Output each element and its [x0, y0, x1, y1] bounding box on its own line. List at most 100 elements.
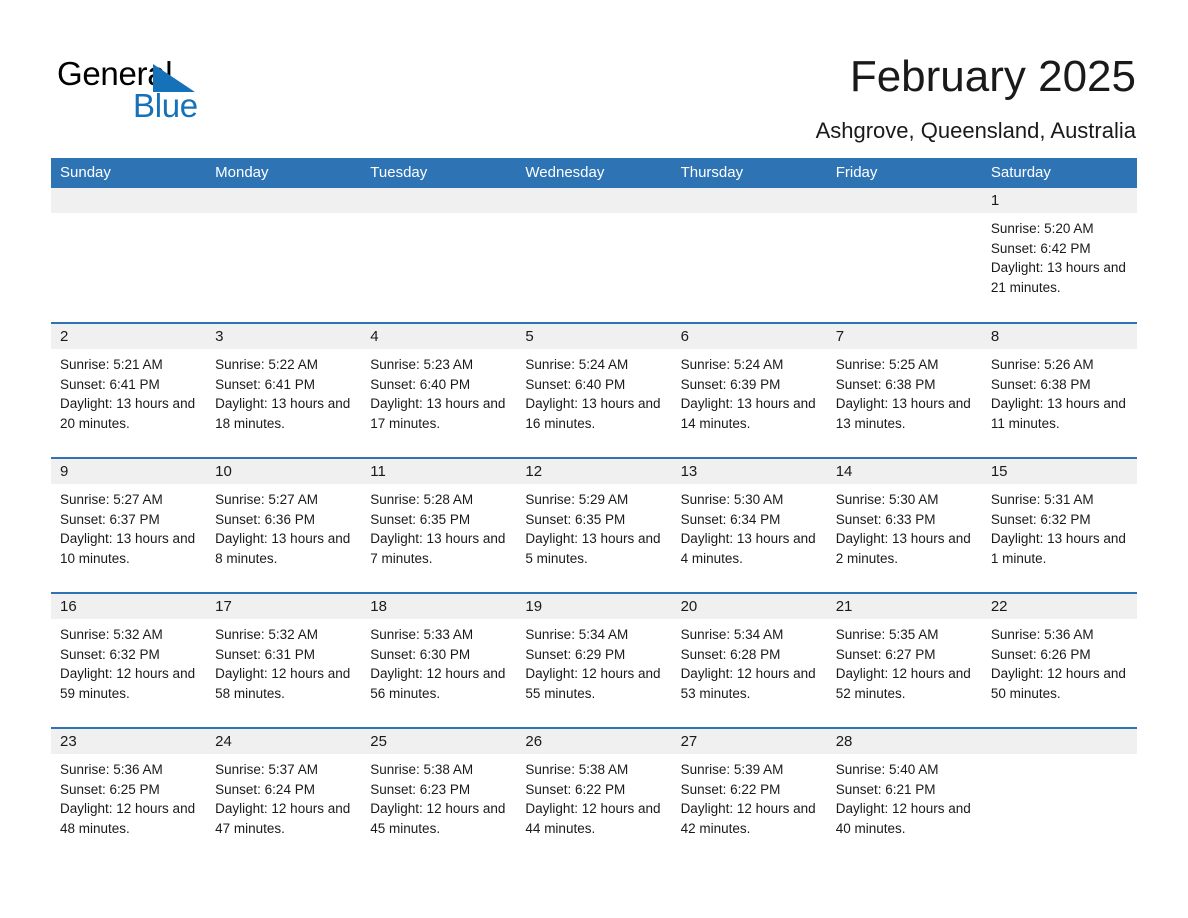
day-number [361, 188, 517, 213]
sunset-text: Sunset: 6:23 PM [370, 781, 471, 797]
calendar-day-cell[interactable]: 8 Sunrise: 5:26 AM Sunset: 6:38 PM Daylight… [981, 322, 1137, 458]
calendar-day-cell[interactable]: 18 Sunrise: 5:33 AM Sunset: 6:30 PM Dayligh… [361, 592, 517, 728]
calendar-day-cell[interactable]: 12 Sunrise: 5:29 AM Sunset: 6:35 PM Dayligh… [516, 457, 672, 593]
calendar-day-cell[interactable]: 23 Sunrise: 5:36 AM Sunset: 6:25 PM Dayligh… [51, 727, 207, 863]
calendar-day-cell[interactable]: 11 Sunrise: 5:28 AM Sunset: 6:35 PM Dayligh… [361, 457, 517, 593]
weekday-header-wednesday: Wednesday [516, 158, 672, 188]
calendar-day-cell[interactable]: 24 Sunrise: 5:37 AM Sunset: 6:24 PM Dayligh… [206, 727, 362, 863]
daylight-text: Daylight: 12 hours and 45 minutes. [370, 801, 506, 836]
day-number: 26 [516, 729, 672, 754]
calendar-day-cell[interactable]: 7 Sunrise: 5:25 AM Sunset: 6:38 PM Daylight… [826, 322, 982, 458]
calendar-day-cell[interactable]: 13 Sunrise: 5:30 AM Sunset: 6:34 PM Dayligh… [671, 457, 827, 593]
calendar-body: 1 Sunrise: 5:20 AM Sunset: 6:42 PM Daylight… [51, 188, 1137, 863]
sunset-text: Sunset: 6:30 PM [370, 646, 471, 662]
day-details: Sunrise: 5:37 AM Sunset: 6:24 PM Daylight:… [206, 754, 361, 838]
sunrise-text: Sunrise: 5:34 AM [680, 627, 784, 642]
calendar-day-cell[interactable]: 28 Sunrise: 5:40 AM Sunset: 6:21 PM Dayligh… [826, 727, 982, 863]
day-number: 1 [981, 188, 1137, 213]
daylight-text: Daylight: 12 hours and 44 minutes. [525, 801, 661, 836]
day-number [671, 188, 827, 213]
day-details: Sunrise: 5:39 AM Sunset: 6:22 PM Daylight:… [672, 754, 827, 838]
sunset-text: Sunset: 6:32 PM [60, 646, 160, 662]
sunrise-text: Sunrise: 5:27 AM [60, 492, 163, 507]
sunrise-text: Sunrise: 5:24 AM [680, 357, 784, 372]
calendar-day-cell[interactable]: 25 Sunrise: 5:38 AM Sunset: 6:23 PM Dayligh… [361, 727, 517, 863]
day-number: 5 [516, 324, 672, 349]
calendar-day-cell[interactable]: 15 Sunrise: 5:31 AM Sunset: 6:32 PM Dayligh… [981, 457, 1137, 593]
sunrise-text: Sunrise: 5:38 AM [370, 762, 474, 777]
calendar-day-cell[interactable]: 16 Sunrise: 5:32 AM Sunset: 6:32 PM Dayligh… [51, 592, 207, 728]
calendar-week-row: 23 Sunrise: 5:36 AM Sunset: 6:25 PM Dayligh… [51, 727, 1137, 863]
daylight-text: Daylight: 12 hours and 47 minutes. [215, 801, 351, 836]
sunrise-text: Sunrise: 5:28 AM [370, 492, 474, 507]
calendar-day-cell[interactable]: 3 Sunrise: 5:22 AM Sunset: 6:41 PM Daylight… [206, 322, 362, 458]
sunset-text: Sunset: 6:26 PM [990, 646, 1091, 662]
sunset-text: Sunset: 6:31 PM [215, 646, 315, 662]
daylight-text: Daylight: 13 hours and 7 minutes. [370, 531, 506, 566]
daylight-text: Daylight: 13 hours and 5 minutes. [525, 531, 661, 566]
sunset-text: Sunset: 6:37 PM [60, 511, 160, 527]
day-number: 18 [361, 594, 517, 619]
daylight-text: Daylight: 12 hours and 48 minutes. [60, 801, 196, 836]
sunset-text: Sunset: 6:32 PM [990, 511, 1091, 527]
calendar-day-cell[interactable]: 10 Sunrise: 5:27 AM Sunset: 6:36 PM Dayligh… [206, 457, 362, 593]
sunset-text: Sunset: 6:35 PM [525, 511, 626, 527]
day-details: Sunrise: 5:33 AM Sunset: 6:30 PM Daylight:… [361, 619, 516, 703]
day-details: Sunrise: 5:34 AM Sunset: 6:29 PM Daylight:… [516, 619, 671, 703]
sunrise-text: Sunrise: 5:21 AM [60, 357, 163, 372]
weekday-header-monday: Monday [206, 158, 362, 188]
daylight-text: Daylight: 13 hours and 1 minute. [990, 531, 1126, 566]
sunrise-text: Sunrise: 5:32 AM [215, 627, 318, 642]
calendar-day-cell[interactable]: 22 Sunrise: 5:36 AM Sunset: 6:26 PM Dayligh… [981, 592, 1137, 728]
calendar-day-cell[interactable]: 4 Sunrise: 5:23 AM Sunset: 6:40 PM Daylight… [361, 322, 517, 458]
sunrise-text: Sunrise: 5:36 AM [990, 627, 1094, 642]
sunset-text: Sunset: 6:29 PM [525, 646, 626, 662]
calendar-week-row: 16 Sunrise: 5:32 AM Sunset: 6:32 PM Dayligh… [51, 592, 1137, 728]
day-number: 6 [671, 324, 827, 349]
calendar-day-cell[interactable]: 21 Sunrise: 5:35 AM Sunset: 6:27 PM Dayligh… [826, 592, 982, 728]
daylight-text: Daylight: 13 hours and 11 minutes. [990, 396, 1126, 431]
calendar-day-cell[interactable]: 5 Sunrise: 5:24 AM Sunset: 6:40 PM Daylight… [516, 322, 672, 458]
day-number: 25 [361, 729, 517, 754]
weekday-header-sunday: Sunday [51, 158, 207, 188]
day-number: 17 [206, 594, 362, 619]
daylight-text: Daylight: 12 hours and 40 minutes. [835, 801, 971, 836]
calendar-day-cell[interactable]: 2 Sunrise: 5:21 AM Sunset: 6:41 PM Daylight… [51, 322, 207, 458]
day-details: Sunrise: 5:32 AM Sunset: 6:32 PM Daylight:… [51, 619, 206, 703]
day-details: Sunrise: 5:27 AM Sunset: 6:36 PM Daylight:… [206, 484, 361, 568]
sunrise-text: Sunrise: 5:23 AM [370, 357, 474, 372]
calendar-day-cell-empty [51, 188, 207, 323]
calendar-day-cell[interactable]: 19 Sunrise: 5:34 AM Sunset: 6:29 PM Dayligh… [516, 592, 672, 728]
day-number: 13 [671, 459, 827, 484]
day-number: 12 [516, 459, 672, 484]
day-number: 28 [826, 729, 982, 754]
calendar-day-cell[interactable]: 27 Sunrise: 5:39 AM Sunset: 6:22 PM Dayligh… [671, 727, 827, 863]
sunset-text: Sunset: 6:34 PM [680, 511, 781, 527]
page-subtitle: Ashgrove, Queensland, Australia [815, 118, 1136, 143]
sunrise-text: Sunrise: 5:40 AM [835, 762, 939, 777]
day-details: Sunrise: 5:31 AM Sunset: 6:32 PM Daylight:… [982, 484, 1137, 568]
calendar-day-cell[interactable]: 17 Sunrise: 5:32 AM Sunset: 6:31 PM Dayligh… [206, 592, 362, 728]
calendar-day-cell[interactable]: 14 Sunrise: 5:30 AM Sunset: 6:33 PM Dayligh… [826, 457, 982, 593]
sunrise-text: Sunrise: 5:27 AM [215, 492, 318, 507]
logo-text-blue: Blue [133, 87, 198, 124]
day-details: Sunrise: 5:21 AM Sunset: 6:41 PM Daylight:… [51, 349, 206, 433]
calendar-day-cell[interactable]: 6 Sunrise: 5:24 AM Sunset: 6:39 PM Daylight… [671, 322, 827, 458]
day-number: 3 [206, 324, 362, 349]
day-details: Sunrise: 5:24 AM Sunset: 6:39 PM Daylight:… [672, 349, 827, 433]
daylight-text: Daylight: 12 hours and 53 minutes. [680, 666, 816, 701]
calendar-day-cell[interactable]: 9 Sunrise: 5:27 AM Sunset: 6:37 PM Daylight… [51, 457, 207, 593]
calendar-day-cell[interactable]: 1 Sunrise: 5:20 AM Sunset: 6:42 PM Daylight… [981, 188, 1137, 323]
weekday-header-friday: Friday [826, 158, 982, 188]
daylight-text: Daylight: 13 hours and 8 minutes. [215, 531, 351, 566]
calendar-day-cell-empty [826, 188, 982, 323]
calendar-day-cell[interactable]: 26 Sunrise: 5:38 AM Sunset: 6:22 PM Dayligh… [516, 727, 672, 863]
calendar-day-cell[interactable]: 20 Sunrise: 5:34 AM Sunset: 6:28 PM Dayligh… [671, 592, 827, 728]
daylight-text: Daylight: 12 hours and 58 minutes. [215, 666, 351, 701]
daylight-text: Daylight: 13 hours and 17 minutes. [370, 396, 506, 431]
sunrise-text: Sunrise: 5:30 AM [680, 492, 784, 507]
day-details: Sunrise: 5:36 AM Sunset: 6:26 PM Daylight:… [982, 619, 1137, 703]
daylight-text: Daylight: 12 hours and 50 minutes. [990, 666, 1126, 701]
weekday-header-thursday: Thursday [671, 158, 827, 188]
calendar-table: Sunday Monday Tuesday Wednesday Thursday… [51, 158, 1137, 863]
